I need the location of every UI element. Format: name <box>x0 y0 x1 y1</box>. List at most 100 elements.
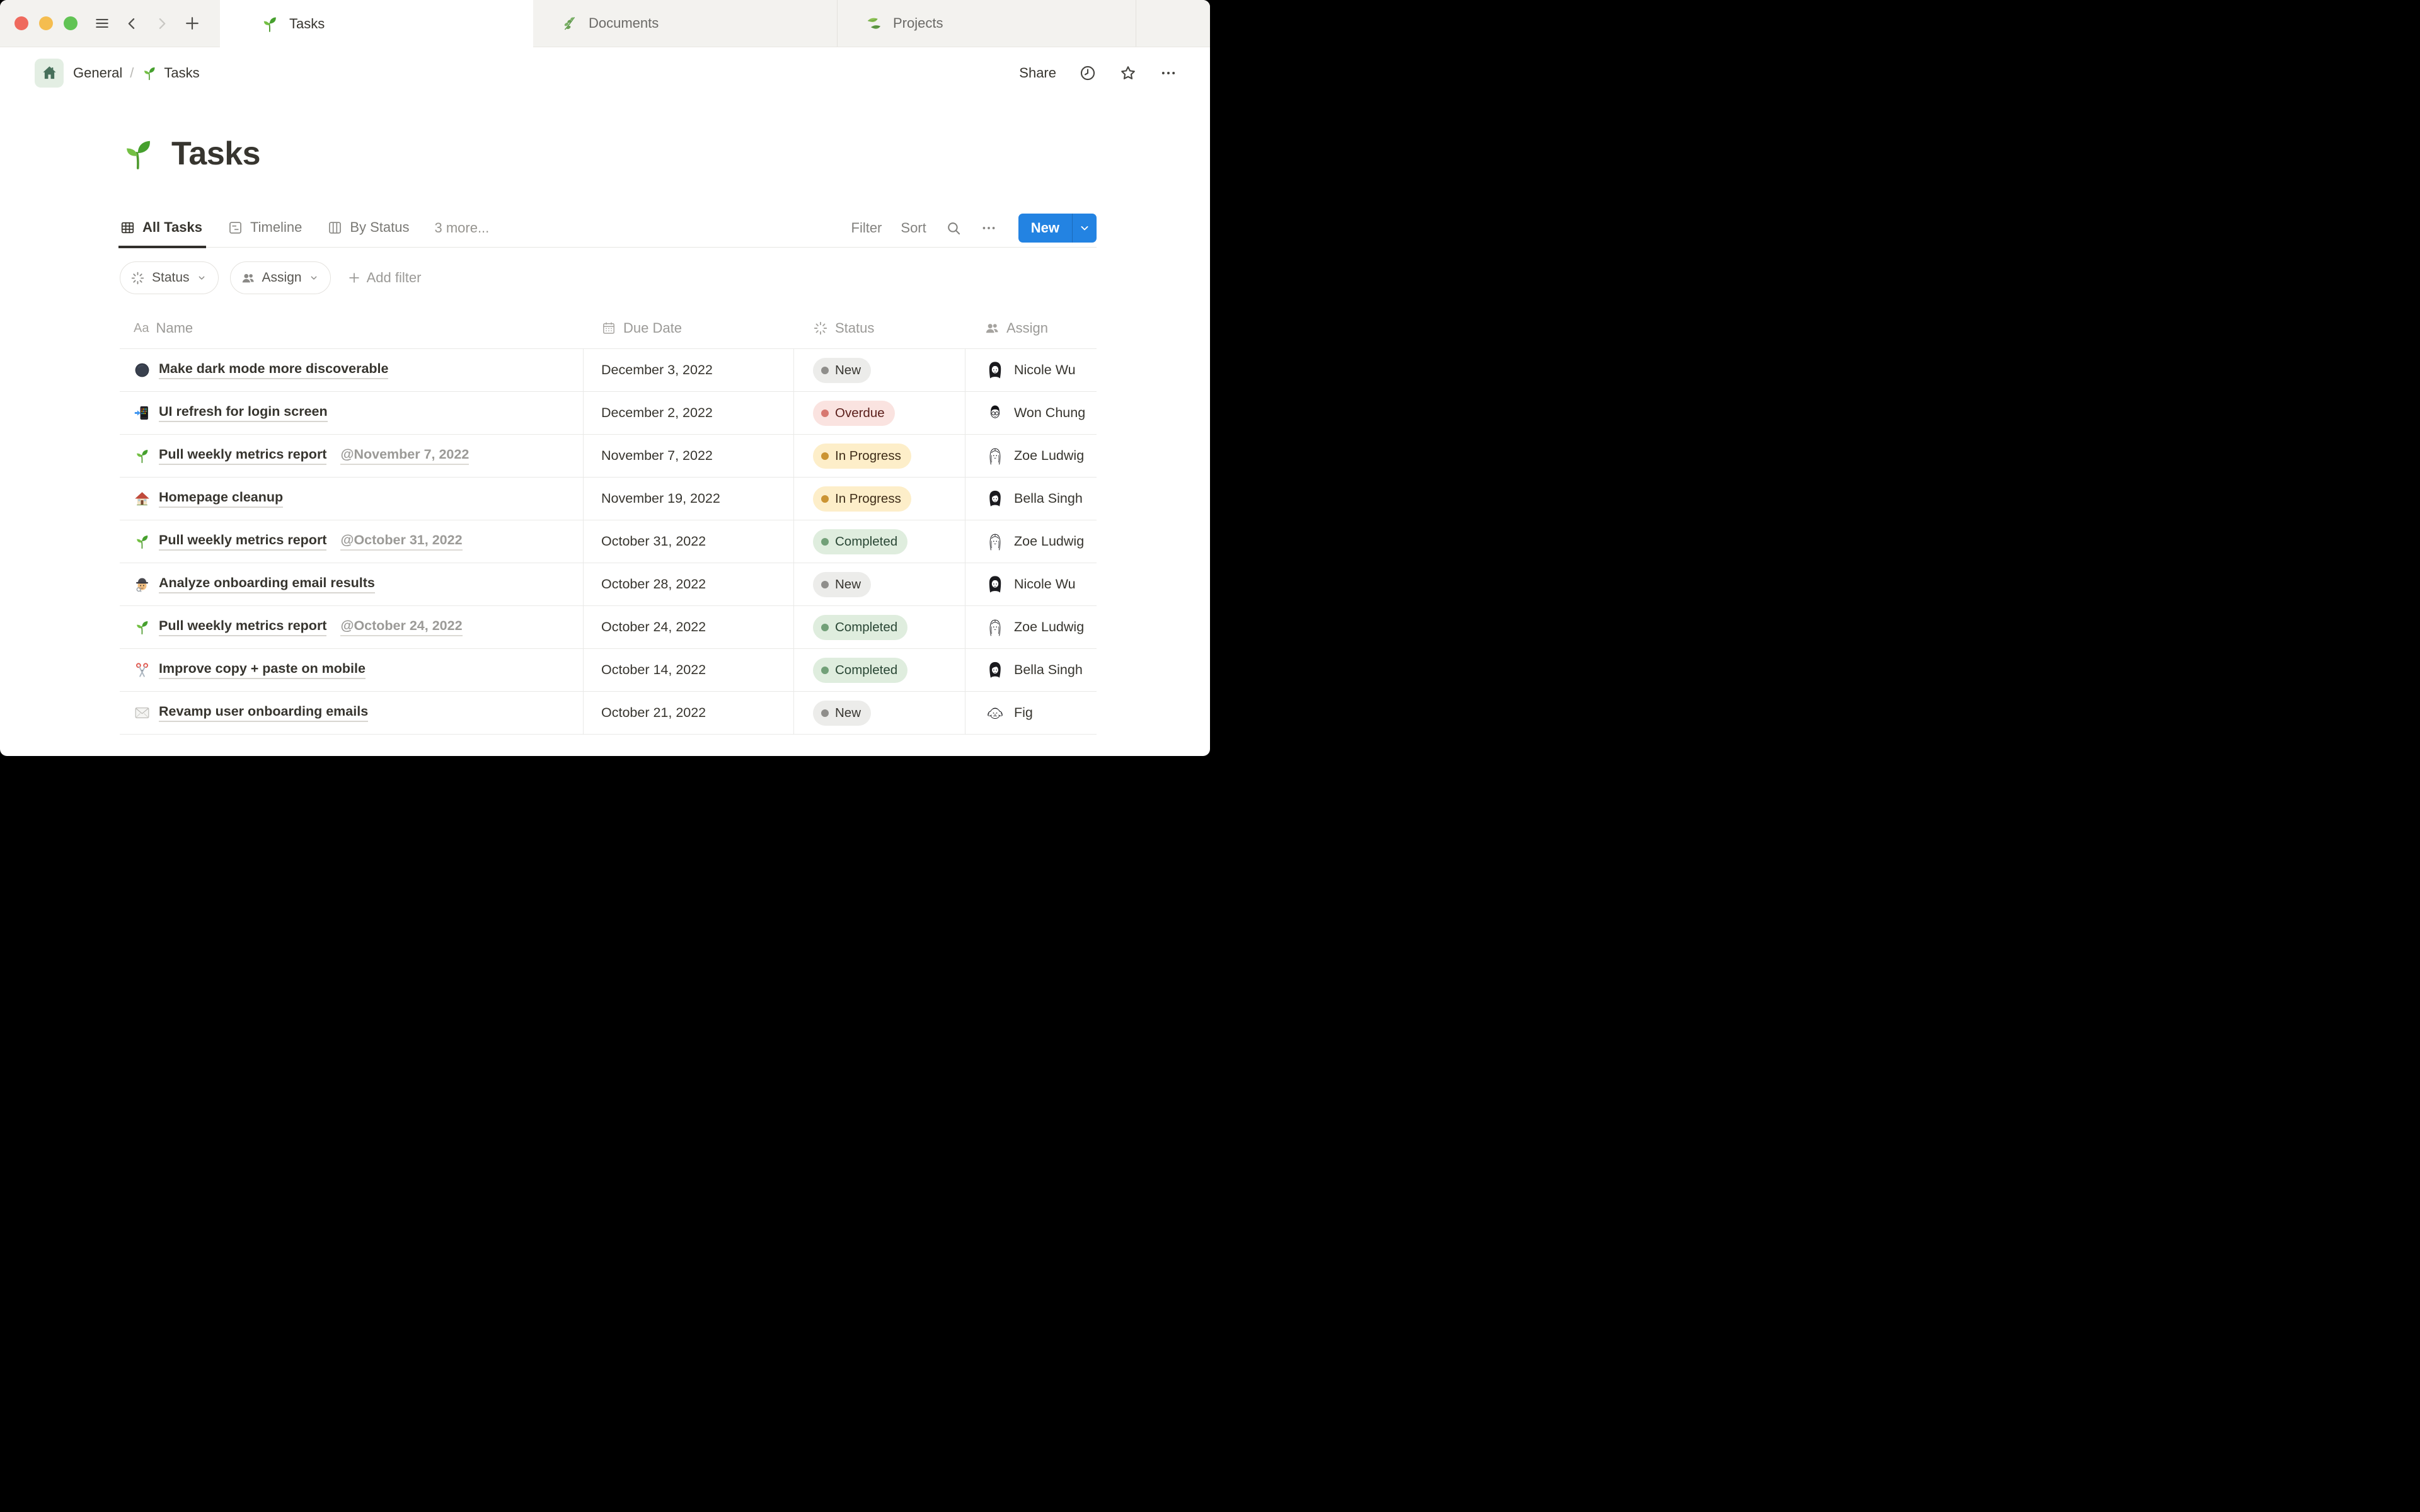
tab-documents[interactable]: Documents <box>533 0 838 47</box>
task-name-cell[interactable]: Pull weekly metrics report @November 7, 2… <box>120 435 584 477</box>
more-options-icon[interactable] <box>1160 64 1177 82</box>
status-label: In Progress <box>835 491 901 506</box>
table-row[interactable]: UI refresh for login screen December 2, 2… <box>120 392 1097 435</box>
due-date-cell[interactable]: December 2, 2022 <box>584 392 794 434</box>
filter-button[interactable]: Filter <box>851 220 882 236</box>
task-title-link[interactable]: Pull weekly metrics report <box>159 618 327 636</box>
assignee-cell[interactable]: Fig <box>965 692 1097 734</box>
forward-icon[interactable] <box>154 16 170 32</box>
new-tab-icon[interactable] <box>183 14 201 32</box>
task-title-link[interactable]: UI refresh for login screen <box>159 404 328 422</box>
new-button[interactable]: New <box>1018 214 1097 243</box>
task-title-link[interactable]: Make dark mode more discoverable <box>159 361 389 379</box>
more-views-button[interactable]: 3 more... <box>434 220 489 236</box>
breadcrumb-workspace[interactable]: General <box>73 65 122 81</box>
favorite-star-icon[interactable] <box>1119 64 1137 82</box>
column-header-assign[interactable]: Assign <box>965 308 1097 348</box>
task-title-link[interactable]: Improve copy + paste on mobile <box>159 661 366 679</box>
minimize-window-button[interactable] <box>39 16 53 30</box>
task-name-cell[interactable]: Make dark mode more discoverable <box>120 349 584 391</box>
status-cell[interactable]: Completed <box>794 606 965 648</box>
window-tab-bar: Tasks Documents Projects <box>0 0 1210 47</box>
date-mention-link[interactable]: @October 24, 2022 <box>340 618 463 636</box>
due-date-cell[interactable]: October 28, 2022 <box>584 563 794 605</box>
new-button-label[interactable]: New <box>1018 214 1072 243</box>
date-mention-link[interactable]: @November 7, 2022 <box>340 447 470 465</box>
task-name-cell[interactable]: Analyze onboarding email results <box>120 563 584 605</box>
assignee-cell[interactable]: Nicole Wu <box>965 349 1097 391</box>
detective-icon <box>134 576 151 593</box>
assignee-name: Bella Singh <box>1014 662 1083 677</box>
history-clock-icon[interactable] <box>1079 64 1097 82</box>
tab-projects[interactable]: Projects <box>838 0 1136 47</box>
task-name-cell[interactable]: Revamp user onboarding emails <box>120 692 584 734</box>
due-date-cell[interactable]: October 31, 2022 <box>584 520 794 563</box>
due-date-cell[interactable]: October 14, 2022 <box>584 649 794 691</box>
table-row[interactable]: Analyze onboarding email results October … <box>120 563 1097 606</box>
status-cell[interactable]: In Progress <box>794 435 965 477</box>
table-row[interactable]: Improve copy + paste on mobile October 14… <box>120 649 1097 692</box>
filter-chip-status[interactable]: Status <box>120 261 219 294</box>
breadcrumb-page[interactable]: Tasks <box>164 65 199 81</box>
table-row[interactable]: Pull weekly metrics report @October 31, 2… <box>120 520 1097 563</box>
task-name-cell[interactable]: Improve copy + paste on mobile <box>120 649 584 691</box>
add-filter-label: Add filter <box>366 270 422 285</box>
status-cell[interactable]: Overdue <box>794 392 965 434</box>
search-icon[interactable] <box>945 220 962 236</box>
task-name-cell[interactable]: Homepage cleanup <box>120 478 584 520</box>
status-cell[interactable]: New <box>794 563 965 605</box>
table-row[interactable]: Pull weekly metrics report @November 7, 2… <box>120 435 1097 478</box>
avatar <box>984 574 1006 595</box>
task-title-link[interactable]: Analyze onboarding email results <box>159 575 375 593</box>
assignee-cell[interactable]: Won Chung <box>965 392 1097 434</box>
due-date-cell[interactable]: October 21, 2022 <box>584 692 794 734</box>
due-date-cell[interactable]: December 3, 2022 <box>584 349 794 391</box>
due-date-cell[interactable]: November 7, 2022 <box>584 435 794 477</box>
back-icon[interactable] <box>124 16 140 32</box>
assignee-cell[interactable]: Bella Singh <box>965 478 1097 520</box>
due-date-cell[interactable]: November 19, 2022 <box>584 478 794 520</box>
due-date-cell[interactable]: October 24, 2022 <box>584 606 794 648</box>
share-button[interactable]: Share <box>1019 65 1056 81</box>
table-row[interactable]: Make dark mode more discoverable December… <box>120 349 1097 392</box>
status-cell[interactable]: New <box>794 349 965 391</box>
status-cell[interactable]: Completed <box>794 520 965 563</box>
view-tab-by-status[interactable]: By Status <box>327 209 409 247</box>
assignee-cell[interactable]: Zoe Ludwig <box>965 520 1097 563</box>
add-filter-button[interactable]: Add filter <box>347 270 422 286</box>
assignee-cell[interactable]: Nicole Wu <box>965 563 1097 605</box>
sidebar-menu-icon[interactable] <box>94 15 110 32</box>
assignee-cell[interactable]: Zoe Ludwig <box>965 606 1097 648</box>
assignee-cell[interactable]: Zoe Ludwig <box>965 435 1097 477</box>
column-header-status[interactable]: Status <box>794 308 965 348</box>
status-cell[interactable]: Completed <box>794 649 965 691</box>
task-name-cell[interactable]: Pull weekly metrics report @October 24, 2… <box>120 606 584 648</box>
view-options-icon[interactable] <box>981 220 997 236</box>
task-title-link[interactable]: Homepage cleanup <box>159 490 284 508</box>
column-header-due-date[interactable]: Due Date <box>584 308 794 348</box>
filter-chip-assign[interactable]: Assign <box>229 261 331 294</box>
close-window-button[interactable] <box>14 16 28 30</box>
table-row[interactable]: Revamp user onboarding emails October 21,… <box>120 692 1097 735</box>
column-header-name[interactable]: Aa Name <box>120 308 584 348</box>
view-tab-all-tasks[interactable]: All Tasks <box>118 209 206 248</box>
home-badge[interactable] <box>35 58 64 88</box>
task-name-cell[interactable]: Pull weekly metrics report @October 31, 2… <box>120 520 584 563</box>
status-cell[interactable]: In Progress <box>794 478 965 520</box>
zoom-window-button[interactable] <box>64 16 78 30</box>
sort-button[interactable]: Sort <box>901 220 926 236</box>
table-row[interactable]: Homepage cleanup November 19, 2022 In Prog… <box>120 478 1097 520</box>
table-row[interactable]: Pull weekly metrics report @October 24, 2… <box>120 606 1097 649</box>
assignee-cell[interactable]: Bella Singh <box>965 649 1097 691</box>
task-title-link[interactable]: Revamp user onboarding emails <box>159 704 369 722</box>
new-dropdown-button[interactable] <box>1072 214 1097 243</box>
status-cell[interactable]: New <box>794 692 965 734</box>
date-mention-link[interactable]: @October 31, 2022 <box>340 532 463 551</box>
task-title-link[interactable]: Pull weekly metrics report <box>159 447 327 465</box>
avatar <box>984 488 1006 510</box>
tab-tasks[interactable]: Tasks <box>220 0 533 47</box>
task-name-cell[interactable]: UI refresh for login screen <box>120 392 584 434</box>
task-title-link[interactable]: Pull weekly metrics report <box>159 532 327 551</box>
view-tab-timeline[interactable]: Timeline <box>228 209 302 247</box>
page-icon-seedling[interactable] <box>120 135 156 172</box>
